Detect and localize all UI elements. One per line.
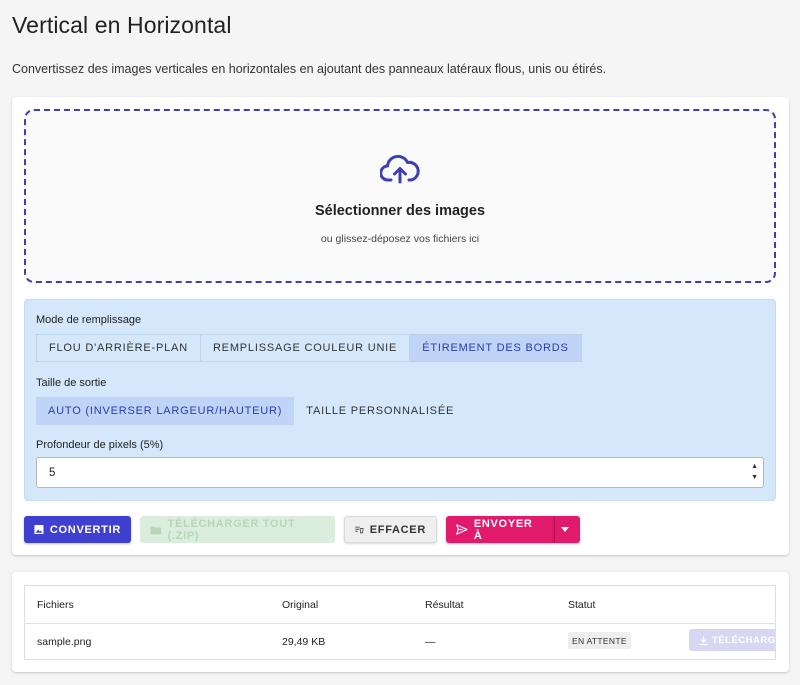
send-to-button[interactable]: Envoyer à: [446, 516, 554, 543]
pixel-depth-label: Profondeur de pixels (5%): [36, 439, 164, 451]
cell-file-name: sample.png: [37, 636, 92, 648]
fill-mode-blur-button[interactable]: Flou d'arrière-plan: [36, 334, 201, 362]
caret-down-icon: [560, 527, 569, 532]
pixel-depth-value: 5: [49, 466, 56, 479]
dropzone-subtitle: ou glissez-déposez vos fichiers ici: [320, 233, 480, 245]
output-size-auto-button[interactable]: Auto (inverser largeur/hauteur): [36, 397, 295, 425]
cell-original-size: 29,49 KB: [282, 636, 326, 648]
row-download-label: TÉLÉCHARGER: [712, 634, 776, 646]
convert-label: Convertir: [49, 523, 121, 536]
send-to-dropdown-button[interactable]: [554, 516, 580, 543]
download-icon: [699, 636, 708, 645]
page-title: Vertical en Horizontal: [12, 12, 232, 38]
converter-card: Sélectionner des images ou glissez-dépos…: [12, 97, 789, 555]
cell-result: —: [425, 636, 436, 648]
output-size-label: Taille de sortie: [36, 377, 107, 389]
fill-mode-edge-stretch-button[interactable]: Étirement des bords: [410, 334, 582, 362]
download-all-label: Télécharger tout (.zip): [167, 517, 296, 542]
action-bar: Convertir Télécharger tout (.zip) Efface…: [24, 516, 580, 543]
page-subtitle: Convertissez des images verticales en ho…: [12, 62, 607, 76]
clear-button[interactable]: Effacer: [344, 516, 437, 543]
clear-list-icon: [355, 526, 364, 534]
download-all-button[interactable]: Télécharger tout (.zip): [140, 516, 335, 543]
column-header-files: Fichiers: [37, 599, 74, 611]
output-size-custom-button[interactable]: Taille personnalisée: [294, 397, 466, 425]
spin-up-icon[interactable]: ▲: [751, 461, 758, 472]
fill-mode-label: Mode de remplissage: [36, 314, 142, 326]
options-panel: Mode de remplissage Flou d'arrière-plan …: [24, 299, 776, 501]
pixel-depth-input[interactable]: 5 ▲ ▼: [36, 457, 764, 488]
column-header-result: Résultat: [425, 599, 464, 611]
spin-down-icon[interactable]: ▼: [751, 472, 758, 483]
cloud-upload-icon: [380, 154, 420, 184]
convert-button[interactable]: Convertir: [24, 516, 131, 543]
folder-download-icon: [150, 526, 162, 534]
send-to-label: Envoyer à: [473, 517, 533, 542]
send-icon: [456, 524, 468, 535]
row-download-button[interactable]: TÉLÉCHARGER: [689, 629, 776, 651]
status-badge: EN ATTENTE: [568, 632, 631, 649]
files-table: Fichiers Original Résultat Statut sample…: [24, 585, 776, 660]
table-row-divider: [25, 623, 775, 624]
number-spinner[interactable]: ▲ ▼: [751, 461, 758, 483]
dropzone-title[interactable]: Sélectionner des images: [26, 203, 774, 219]
column-header-original: Original: [282, 599, 319, 611]
output-size-toggle-group: Auto (inverser largeur/hauteur) Taille p…: [36, 397, 466, 425]
column-header-status: Statut: [568, 599, 596, 611]
files-table-card: Fichiers Original Résultat Statut sample…: [12, 572, 789, 672]
fill-mode-solid-color-button[interactable]: Remplissage couleur unie: [200, 334, 411, 362]
fill-mode-toggle-group: Flou d'arrière-plan Remplissage couleur …: [36, 334, 582, 362]
image-icon: [34, 524, 44, 535]
image-dropzone[interactable]: Sélectionner des images ou glissez-dépos…: [24, 109, 776, 283]
clear-label: Effacer: [369, 523, 426, 536]
